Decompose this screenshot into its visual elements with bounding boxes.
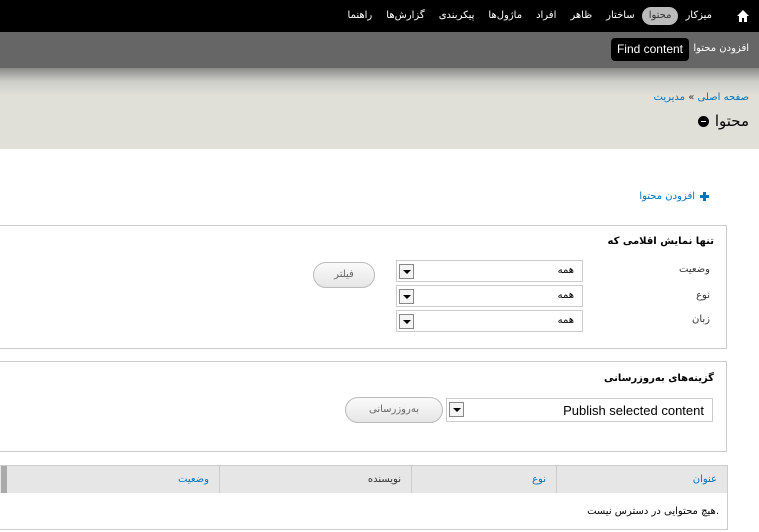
toolbar-item-modules[interactable]: ماژول‌ها <box>481 7 529 25</box>
type-select-value: همه <box>557 290 574 301</box>
type-label: نوع <box>696 290 710 301</box>
content-table: عنوان نوع نویسنده وضعیت هیچ محتوایی در د… <box>0 465 728 530</box>
page-header: صفحه اصلی » مدیریت محتوا <box>0 68 759 149</box>
operation-select-value: Publish selected content <box>563 403 704 418</box>
empty-message: هیچ محتوایی در دسترس نیست. <box>587 506 719 517</box>
update-button[interactable]: به‌روزرسانی <box>345 397 443 423</box>
type-select[interactable]: همه <box>396 285 583 307</box>
page-title-wrap: محتوا <box>697 112 749 130</box>
toolbar-item-appearance[interactable]: ظاهر <box>563 7 599 25</box>
shortcut-add-content[interactable]: افزودن محتوا <box>693 43 749 54</box>
toolbar-item-structure[interactable]: ساختار <box>599 7 642 25</box>
remove-shortcut-icon[interactable] <box>697 115 709 127</box>
table-header: عنوان نوع نویسنده وضعیت <box>0 466 727 493</box>
language-select[interactable]: همه <box>396 310 583 332</box>
language-select-value: همه <box>557 315 574 326</box>
column-type[interactable]: نوع <box>411 466 556 493</box>
status-label: وضعیت <box>679 264 710 275</box>
shortcut-find-content[interactable]: Find content <box>610 38 689 61</box>
toolbar-item-reports[interactable]: گزارش‌ها <box>379 7 431 25</box>
add-content-action[interactable]: افزودن محتوا <box>639 191 709 202</box>
shortcuts-bar: افزودن محتوا Find content <box>0 32 759 68</box>
plus-icon <box>700 192 709 201</box>
toolbar-item-content[interactable]: محتوا <box>641 7 679 25</box>
toolbar-menu: میزکار محتوا ساختار ظاهر افراد ماژول‌ها … <box>341 7 719 25</box>
update-legend: گزینه‌های به‌روزرسانی <box>603 373 714 384</box>
add-content-link[interactable]: افزودن محتوا <box>639 191 695 202</box>
filter-button[interactable]: فیلتر <box>313 262 375 288</box>
status-select-value: همه <box>557 265 574 276</box>
language-label: زبان <box>691 314 710 325</box>
status-select[interactable]: همه <box>396 260 583 282</box>
chevron-down-icon <box>399 289 414 304</box>
toolbar-item-people[interactable]: افراد <box>529 7 563 25</box>
toolbar-item-configuration[interactable]: پیکربندی <box>432 7 482 25</box>
chevron-down-icon <box>449 402 464 417</box>
column-status[interactable]: وضعیت <box>7 466 219 493</box>
update-options-fieldset: گزینه‌های به‌روزرسانی Publish selected c… <box>0 361 727 452</box>
breadcrumb-separator: » <box>688 92 695 103</box>
admin-toolbar: میزکار محتوا ساختار ظاهر افراد ماژول‌ها … <box>0 0 759 32</box>
chevron-down-icon <box>399 264 414 279</box>
home-icon[interactable] <box>736 9 750 23</box>
breadcrumb-admin[interactable]: مدیریت <box>654 92 686 103</box>
filter-fieldset: تنها نمایش اقلامی که وضعیت نوع زبان همه … <box>0 225 727 349</box>
breadcrumb: صفحه اصلی » مدیریت <box>654 92 749 103</box>
filter-legend: تنها نمایش اقلامی که <box>607 236 715 247</box>
operation-select[interactable]: Publish selected content <box>446 398 713 422</box>
chevron-down-icon <box>399 314 414 329</box>
page-title: محتوا <box>714 112 749 130</box>
breadcrumb-home[interactable]: صفحه اصلی <box>698 92 749 103</box>
column-author: نویسنده <box>219 466 411 493</box>
toolbar-item-dashboard[interactable]: میزکار <box>678 7 719 25</box>
toolbar-item-help[interactable]: راهنما <box>341 7 380 25</box>
column-title[interactable]: عنوان <box>556 466 727 493</box>
